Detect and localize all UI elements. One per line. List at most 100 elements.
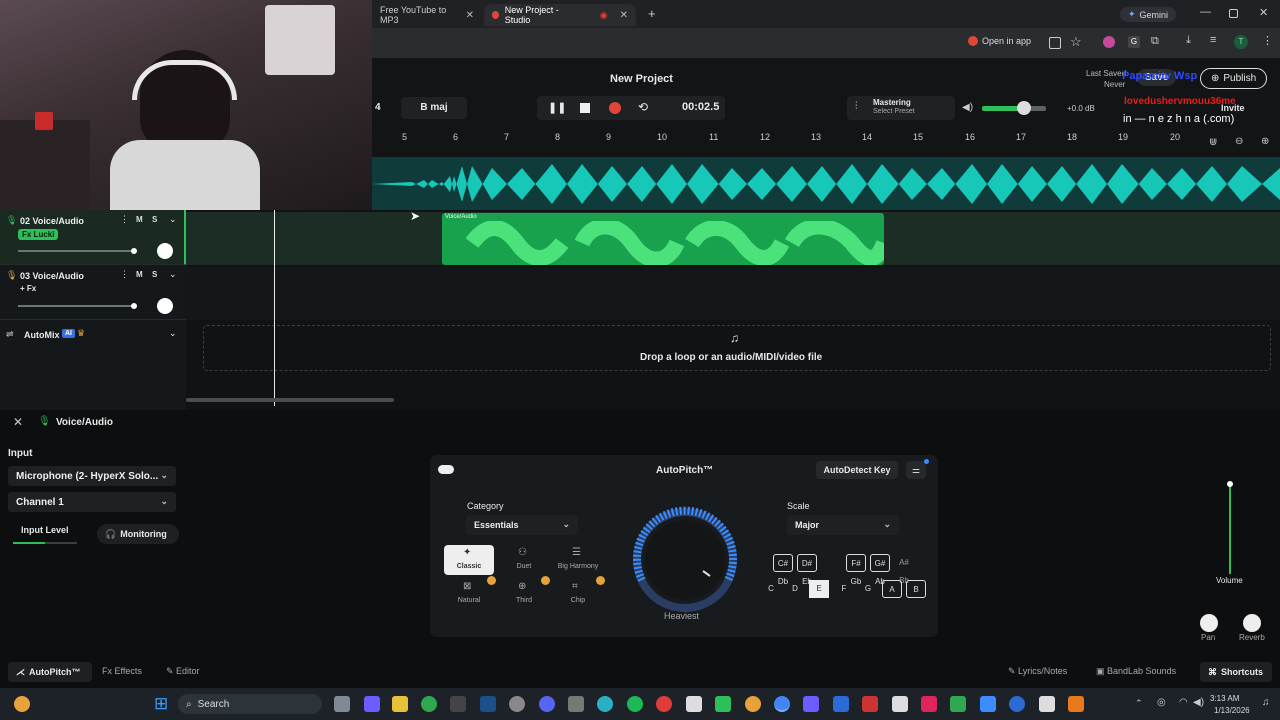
- app-icon[interactable]: [833, 696, 849, 712]
- install-icon[interactable]: [1049, 37, 1061, 49]
- track-03-lane[interactable]: [186, 267, 1280, 320]
- bandlab-sounds-button[interactable]: ▣ BandLab Sounds: [1096, 666, 1176, 677]
- mode-chip[interactable]: Chip: [553, 579, 603, 609]
- clock-date[interactable]: 1/13/2026: [1214, 706, 1250, 715]
- lyrics-notes-button[interactable]: ✎ Lyrics/Notes: [1008, 666, 1067, 677]
- app-icon[interactable]: [686, 696, 702, 712]
- speaker-icon[interactable]: ◀): [962, 102, 973, 113]
- audio-clip[interactable]: Voice/Audio: [442, 213, 884, 265]
- solo-button[interactable]: S: [152, 215, 157, 224]
- copilot-icon[interactable]: [364, 696, 380, 712]
- tiktok-icon[interactable]: [921, 696, 937, 712]
- app-icon[interactable]: [509, 696, 525, 712]
- monitoring-button[interactable]: 🎧 Monitoring: [97, 524, 179, 544]
- key-f[interactable]: F: [834, 580, 854, 598]
- pause-icon[interactable]: ❚❚: [548, 101, 566, 114]
- key-d[interactable]: D: [785, 580, 805, 598]
- track-volume-handle[interactable]: [131, 248, 137, 254]
- track-header-02[interactable]: 🎙 02 Voice/Audio ⋮ M S ⌄ Fx Lucki: [0, 210, 186, 265]
- track-name[interactable]: 03 Voice/Audio: [20, 271, 84, 281]
- tray-chevron-icon[interactable]: ⌃: [1135, 698, 1143, 709]
- master-volume-slider[interactable]: [982, 106, 1046, 111]
- project-title[interactable]: New Project: [610, 73, 673, 85]
- open-in-app-button[interactable]: Open in app: [968, 36, 1031, 46]
- extension-g-icon[interactable]: G: [1128, 36, 1140, 48]
- track-volume-slider[interactable]: [18, 250, 136, 252]
- master-volume-knob[interactable]: [1017, 101, 1031, 115]
- chevron-down-icon[interactable]: ⌄: [169, 328, 177, 339]
- key-g[interactable]: G: [858, 580, 878, 598]
- track-01-waveform[interactable]: [372, 158, 1280, 210]
- invite-button[interactable]: Invite: [1221, 103, 1245, 113]
- key-b[interactable]: B: [906, 580, 926, 598]
- add-fx-button[interactable]: + Fx: [20, 284, 36, 293]
- shortcuts-button[interactable]: ⌘ Shortcuts: [1200, 662, 1272, 682]
- wifi-icon[interactable]: ◠: [1179, 697, 1188, 708]
- app-icon[interactable]: [1009, 696, 1025, 712]
- opera-icon[interactable]: [656, 696, 672, 712]
- clock-time[interactable]: 3:13 AM: [1210, 694, 1239, 703]
- app-icon[interactable]: [803, 696, 819, 712]
- track-header-03[interactable]: 🎙 03 Voice/Audio ⋮ M S ⌄ + Fx: [0, 265, 186, 320]
- key-f-sharp[interactable]: F# Gb: [846, 554, 866, 586]
- playhead[interactable]: [274, 210, 275, 406]
- input-device-select[interactable]: Microphone (2- HyperX Solo... ⌄: [8, 466, 176, 486]
- zoom-out-icon[interactable]: ⊖: [1235, 136, 1243, 147]
- scale-select[interactable]: Major ⌄: [787, 515, 899, 535]
- autopitch-strength-knob[interactable]: [630, 505, 740, 615]
- chrome-icon[interactable]: [774, 696, 790, 712]
- reverb-knob[interactable]: [1243, 614, 1261, 632]
- settings-sliders-icon[interactable]: ⚌: [906, 461, 926, 479]
- track-volume-slider[interactable]: [18, 305, 136, 307]
- loop-icon[interactable]: ⟲: [638, 100, 648, 114]
- solo-button[interactable]: S: [152, 270, 157, 279]
- minimize-window-icon[interactable]: —: [1200, 6, 1211, 18]
- publish-button[interactable]: ⊕ Publish: [1200, 68, 1268, 89]
- close-tab-icon[interactable]: ✕: [620, 10, 628, 21]
- tab-studio[interactable]: New Project - Studio ◉ ✕: [484, 4, 636, 26]
- app-icon[interactable]: [862, 696, 878, 712]
- track-menu-icon[interactable]: ⋮: [120, 269, 129, 280]
- windows-start-icon[interactable]: ⊞: [154, 694, 168, 714]
- bookmark-star-icon[interactable]: ☆: [1070, 34, 1082, 50]
- stop-icon[interactable]: [580, 103, 590, 113]
- browser-menu-icon[interactable]: ⋮: [1262, 34, 1273, 47]
- chevron-down-icon[interactable]: ⌄: [169, 214, 177, 225]
- key-a-sharp[interactable]: A# Bb: [894, 554, 914, 585]
- taskbar-search[interactable]: ⌕ Search: [178, 694, 322, 714]
- maximize-window-icon[interactable]: [1229, 9, 1238, 18]
- fx-preset-badge[interactable]: Fx Lucki: [18, 229, 59, 240]
- spotify-icon[interactable]: [627, 696, 643, 712]
- key-selector[interactable]: B maj: [401, 97, 467, 119]
- discord-icon[interactable]: [539, 696, 555, 712]
- volume-icon[interactable]: ◀): [1193, 697, 1204, 708]
- app-icon[interactable]: [892, 696, 908, 712]
- track-pan-knob[interactable]: [157, 243, 173, 259]
- autopitch-toggle[interactable]: [438, 465, 454, 474]
- track-volume-handle[interactable]: [131, 303, 137, 309]
- channel-select[interactable]: Channel 1 ⌄: [8, 492, 176, 512]
- tab-youtube-mp3[interactable]: Free YouTube to MP3 ✕: [372, 4, 482, 26]
- mute-button[interactable]: M: [136, 215, 143, 224]
- app-icon[interactable]: [1068, 696, 1084, 712]
- time-signature[interactable]: 4: [375, 102, 381, 113]
- file-explorer-icon[interactable]: [392, 696, 408, 712]
- extensions-puzzle-icon[interactable]: ⧉: [1151, 35, 1159, 48]
- profile-avatar[interactable]: T: [1234, 35, 1248, 49]
- track-menu-icon[interactable]: ⋮: [120, 214, 129, 225]
- drop-zone[interactable]: ♫ Drop a loop or an audio/MIDI/video fil…: [203, 325, 1271, 371]
- gemini-button[interactable]: ✦ Gemini: [1120, 7, 1177, 22]
- settings-icon[interactable]: [568, 696, 584, 712]
- weather-icon[interactable]: [14, 696, 30, 712]
- task-view-icon[interactable]: [334, 696, 350, 712]
- mastering-selector[interactable]: ⫶ Mastering Select Preset: [847, 96, 955, 120]
- autodetect-key-button[interactable]: AutoDetect Key: [816, 461, 898, 479]
- automix-row[interactable]: ⇌ AutoMix AI ♛ ⌄: [0, 325, 186, 345]
- new-tab-icon[interactable]: +: [648, 6, 656, 21]
- close-window-icon[interactable]: ✕: [1259, 6, 1268, 19]
- tray-app-icon[interactable]: ◎: [1157, 697, 1166, 708]
- pan-knob[interactable]: [1200, 614, 1218, 632]
- key-a[interactable]: A: [882, 580, 902, 598]
- mute-button[interactable]: M: [136, 270, 143, 279]
- fader-handle[interactable]: [1227, 481, 1233, 487]
